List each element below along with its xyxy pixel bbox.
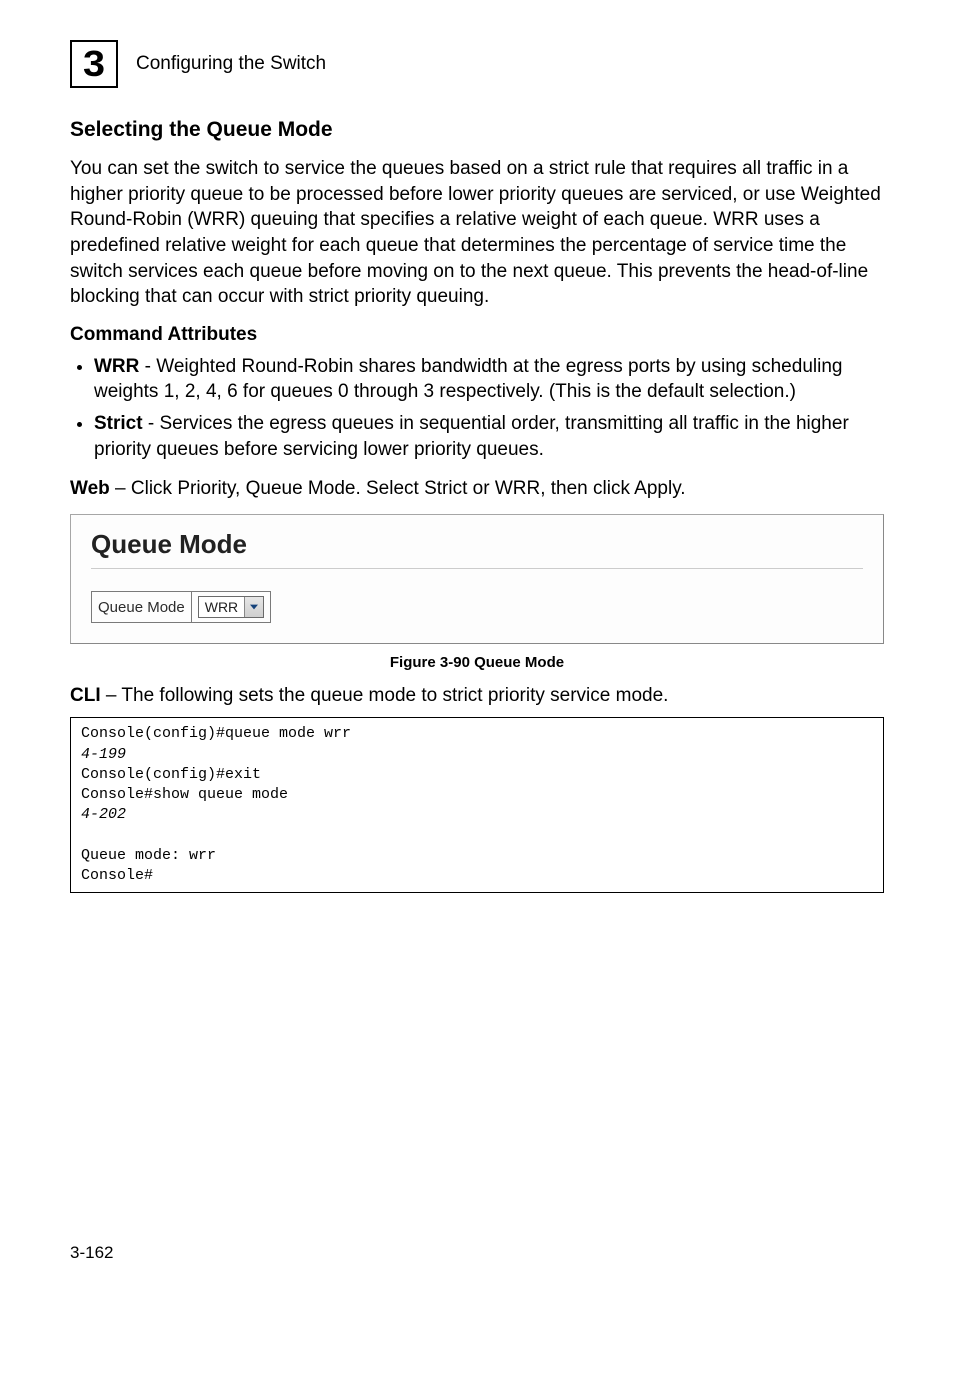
chapter-number: 3 (83, 43, 105, 85)
code-line: Queue mode: wrr (81, 847, 216, 864)
command-attributes-list: WRR - Weighted Round-Robin shares bandwi… (70, 354, 884, 463)
list-item: WRR - Weighted Round-Robin shares bandwi… (94, 354, 884, 405)
queue-mode-table: Queue Mode WRR (91, 591, 271, 623)
code-line: Console(config)#exit (81, 766, 261, 783)
attr-term: WRR (94, 356, 139, 377)
web-instruction: Web – Click Priority, Queue Mode. Select… (70, 478, 884, 500)
cli-label: CLI (70, 685, 101, 706)
queue-mode-select[interactable]: WRR (198, 596, 264, 618)
screenshot-title: Queue Mode (91, 529, 863, 569)
code-ref: 4-202 (81, 806, 126, 823)
attr-term: Strict (94, 413, 143, 434)
code-line: Console#show queue mode (81, 786, 288, 803)
section-paragraph: You can set the switch to service the qu… (70, 156, 884, 310)
list-item: Strict - Services the egress queues in s… (94, 411, 884, 462)
chapter-title: Configuring the Switch (136, 53, 326, 75)
code-ref: 4-199 (81, 746, 126, 763)
page-number: 3-162 (70, 1243, 884, 1263)
figure-caption: Figure 3-90 Queue Mode (70, 654, 884, 671)
chapter-header: 3 Configuring the Switch (70, 40, 884, 88)
attr-desc: - Weighted Round-Robin shares bandwidth … (94, 356, 842, 403)
code-line: Console(config)#queue mode wrr (81, 725, 351, 742)
chapter-number-box: 3 (70, 40, 118, 88)
queue-mode-cell: WRR (191, 592, 270, 623)
queue-mode-label: Queue Mode (92, 592, 192, 623)
attr-desc: - Services the egress queues in sequenti… (94, 413, 849, 460)
cli-text: – The following sets the queue mode to s… (101, 685, 669, 706)
code-line: Console# (81, 867, 153, 884)
cli-instruction: CLI – The following sets the queue mode … (70, 685, 884, 707)
queue-mode-screenshot: Queue Mode Queue Mode WRR (70, 514, 884, 644)
command-attributes-heading: Command Attributes (70, 324, 884, 346)
cli-output: Console(config)#queue mode wrr 4-199 Con… (70, 717, 884, 893)
web-label: Web (70, 478, 110, 499)
chevron-down-icon (244, 597, 263, 617)
web-text: – Click Priority, Queue Mode. Select Str… (110, 478, 686, 499)
section-heading: Selecting the Queue Mode (70, 118, 884, 142)
queue-mode-select-value: WRR (199, 599, 244, 615)
